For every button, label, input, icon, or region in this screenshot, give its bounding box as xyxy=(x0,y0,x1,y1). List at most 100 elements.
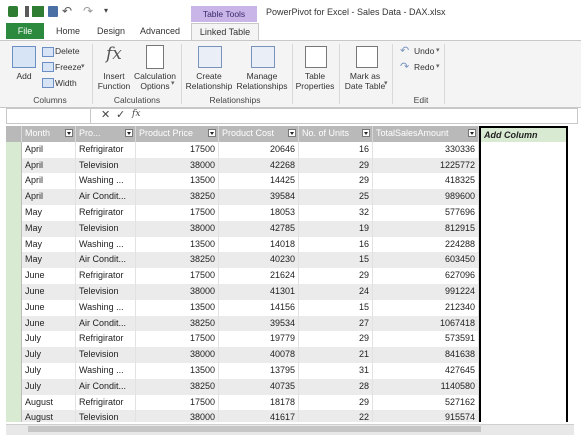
add-column-cell[interactable] xyxy=(479,394,568,411)
table-cell[interactable]: 14156 xyxy=(219,299,299,316)
add-column-cell[interactable] xyxy=(479,252,568,269)
table-cell[interactable]: 418325 xyxy=(373,173,479,190)
table-cell[interactable]: June xyxy=(22,315,76,332)
add-column-cell[interactable] xyxy=(479,220,568,237)
add-column-cell[interactable] xyxy=(479,173,568,190)
tab-file[interactable]: File xyxy=(6,23,44,39)
table-cell[interactable]: July xyxy=(22,331,76,348)
row-selector[interactable] xyxy=(6,363,22,379)
row-selector[interactable] xyxy=(6,315,22,332)
customize-qat-icon[interactable]: ▾ xyxy=(104,6,108,15)
table-cell[interactable]: April xyxy=(22,189,76,205)
table-cell[interactable]: 38250 xyxy=(136,378,219,395)
table-cell[interactable]: May xyxy=(22,236,76,253)
table-cell[interactable]: 38250 xyxy=(136,252,219,269)
add-column-cell[interactable] xyxy=(479,315,568,332)
table-cell[interactable]: 27 xyxy=(299,315,373,332)
table-cell[interactable]: May xyxy=(22,205,76,221)
tab-advanced[interactable]: Advanced xyxy=(136,23,184,39)
width-button[interactable]: Width xyxy=(55,78,77,88)
product-cost-filter-icon[interactable] xyxy=(288,129,296,137)
table-cell[interactable]: Washing ... xyxy=(76,363,136,379)
total-sales-amount-filter-icon[interactable] xyxy=(468,129,476,137)
add-column-cell[interactable] xyxy=(479,236,568,253)
month-filter-icon[interactable] xyxy=(65,129,73,137)
table-cell[interactable]: 31 xyxy=(299,363,373,379)
insert-function-button[interactable]: Insert Function xyxy=(96,71,132,91)
scrollbar-thumb[interactable] xyxy=(28,426,481,432)
table-cell[interactable]: 841638 xyxy=(373,347,479,363)
table-cell[interactable]: 38000 xyxy=(136,220,219,237)
add-button[interactable]: Add xyxy=(10,71,38,81)
save-icon[interactable] xyxy=(48,6,58,17)
table-cell[interactable]: 17500 xyxy=(136,394,219,411)
table-cell[interactable]: 13795 xyxy=(219,363,299,379)
redo-icon[interactable]: ↷ xyxy=(83,4,93,18)
row-selector[interactable] xyxy=(6,141,22,158)
table-cell[interactable]: 32 xyxy=(299,205,373,221)
table-cell[interactable]: 16 xyxy=(299,236,373,253)
redo-dropdown-icon[interactable]: ▾ xyxy=(436,62,440,70)
excel-icon[interactable] xyxy=(32,6,44,17)
table-cell[interactable]: Refrigirator xyxy=(76,141,136,158)
row-selector[interactable] xyxy=(6,331,22,348)
table-cell[interactable]: 41301 xyxy=(219,284,299,300)
table-cell[interactable]: 915574 xyxy=(373,410,479,422)
table-cell[interactable]: April xyxy=(22,173,76,190)
table-cell[interactable]: 15 xyxy=(299,252,373,269)
undo-button[interactable]: Undo xyxy=(414,46,434,56)
row-selector[interactable] xyxy=(6,189,22,205)
add-column-cell[interactable] xyxy=(479,331,568,348)
confirm-icon[interactable]: ✓ xyxy=(116,108,125,121)
redo-button[interactable]: Redo xyxy=(414,62,434,72)
add-column-cell[interactable] xyxy=(479,299,568,316)
table-cell[interactable]: 14425 xyxy=(219,173,299,190)
add-column-cell[interactable] xyxy=(479,363,568,379)
table-cell[interactable]: 1067418 xyxy=(373,315,479,332)
row-selector[interactable] xyxy=(6,299,22,316)
table-cell[interactable]: 527162 xyxy=(373,394,479,411)
table-cell[interactable]: 21 xyxy=(299,347,373,363)
add-column-cell[interactable] xyxy=(479,189,568,205)
table-cell[interactable]: Washing ... xyxy=(76,299,136,316)
table-cell[interactable]: Television xyxy=(76,410,136,422)
table-cell[interactable]: 19 xyxy=(299,220,373,237)
table-cell[interactable]: 29 xyxy=(299,394,373,411)
mark-as-date-table-dropdown-icon[interactable]: ▾ xyxy=(384,79,388,87)
table-cell[interactable]: April xyxy=(22,157,76,174)
table-cell[interactable]: April xyxy=(22,141,76,158)
row-selector[interactable] xyxy=(6,220,22,237)
table-cell[interactable]: 427645 xyxy=(373,363,479,379)
formula-input[interactable] xyxy=(146,110,572,121)
table-cell[interactable]: 17500 xyxy=(136,141,219,158)
table-cell[interactable]: 29 xyxy=(299,157,373,174)
column-header[interactable]: Product Price xyxy=(136,126,219,142)
table-cell[interactable]: August xyxy=(22,410,76,422)
tab-design[interactable]: Design xyxy=(92,23,130,39)
table-cell[interactable]: June xyxy=(22,268,76,284)
table-cell[interactable]: Air Condit... xyxy=(76,252,136,269)
delete-button[interactable]: Delete xyxy=(55,46,80,56)
table-cell[interactable]: 41617 xyxy=(219,410,299,422)
table-cell[interactable]: 17500 xyxy=(136,268,219,284)
table-cell[interactable]: 991224 xyxy=(373,284,479,300)
table-cell[interactable]: 212340 xyxy=(373,299,479,316)
table-cell[interactable]: 39584 xyxy=(219,189,299,205)
table-cell[interactable]: 13500 xyxy=(136,363,219,379)
no-of-units-filter-icon[interactable] xyxy=(362,129,370,137)
row-selector[interactable] xyxy=(6,268,22,284)
table-cell[interactable]: Television xyxy=(76,157,136,174)
add-column-cell[interactable] xyxy=(479,157,568,174)
column-header[interactable]: Pro... xyxy=(76,126,136,142)
table-cell[interactable]: 627096 xyxy=(373,268,479,284)
row-selector[interactable] xyxy=(6,347,22,363)
table-cell[interactable]: 40078 xyxy=(219,347,299,363)
table-cell[interactable]: Air Condit... xyxy=(76,189,136,205)
table-cell[interactable]: 29 xyxy=(299,331,373,348)
undo-icon[interactable]: ↶ xyxy=(62,4,72,18)
freeze-dropdown-icon[interactable]: ▾ xyxy=(81,62,85,70)
table-cell[interactable]: 812915 xyxy=(373,220,479,237)
cancel-icon[interactable]: ✕ xyxy=(101,108,110,121)
table-cell[interactable]: May xyxy=(22,220,76,237)
table-cell[interactable]: 20646 xyxy=(219,141,299,158)
